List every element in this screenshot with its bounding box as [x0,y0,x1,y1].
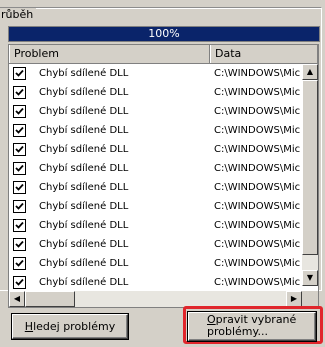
table-row[interactable]: Chybí sdílené DLL C:\WINDOWS\Mic [9,64,311,83]
checkmark-icon [15,202,24,210]
cell-problem: Chybí sdílené DLL [39,125,129,136]
row-checkbox[interactable] [13,219,26,232]
find-problems-button[interactable]: Hledej problémy [12,314,128,339]
problem-list[interactable]: Problem Data Chybí sdílené DLL C:\WINDOWS… [8,44,319,308]
cell-problem: Chybí sdílené DLL [39,239,129,250]
row-checkbox[interactable] [13,105,26,118]
cell-data: C:\WINDOWS\Mic [214,125,301,136]
table-row[interactable]: Chybí sdílené DLL C:\WINDOWS\Mic [9,254,311,273]
cell-problem: Chybí sdílené DLL [39,258,129,269]
table-row[interactable]: Chybí sdílené DLL C:\WINDOWS\Mic [9,83,311,102]
row-checkbox[interactable] [13,67,26,80]
progress-group-title: růběh [0,8,37,21]
scroll-down-arrow-icon[interactable]: ▼ [302,270,318,286]
cell-data: C:\WINDOWS\Mic [214,201,301,212]
cell-problem: Chybí sdílené DLL [39,201,129,212]
cell-data: C:\WINDOWS\Mic [214,239,301,250]
checkmark-icon [15,126,24,134]
row-checkbox[interactable] [13,181,26,194]
scan-window: růběh 100% Problem Data Chybí sdílené DL… [0,0,325,347]
fix-selected-problems-button[interactable]: Opravit vybrané problémy... [188,312,316,341]
cell-data: C:\WINDOWS\Mic [214,163,301,174]
checkmark-icon [15,183,24,191]
checkmark-icon [15,240,24,248]
find-button-accelerator: H [24,320,34,333]
vertical-scrollbar[interactable]: ▲ ▼ [302,64,318,286]
list-header: Problem Data [9,45,318,64]
cell-data: C:\WINDOWS\Mic [214,106,301,117]
checkmark-icon [15,88,24,96]
table-row[interactable]: Chybí sdílené DLL C:\WINDOWS\Mic [9,197,311,216]
table-row[interactable]: Chybí sdílené DLL C:\WINDOWS\Mic [9,140,311,159]
cell-problem: Chybí sdílené DLL [39,220,129,231]
row-checkbox[interactable] [13,86,26,99]
cell-data: C:\WINDOWS\Mic [214,68,301,79]
checkmark-icon [15,278,24,286]
horizontal-scrollbar[interactable]: ◀ ▶ [9,291,302,307]
table-row[interactable]: Chybí sdílené DLL C:\WINDOWS\Mic [9,121,311,140]
progress-percent-label: 100% [148,27,180,40]
checkmark-icon [15,107,24,115]
table-row[interactable]: Chybí sdílené DLL C:\WINDOWS\Mic [9,102,311,121]
cell-problem: Chybí sdílené DLL [39,106,129,117]
cell-problem: Chybí sdílené DLL [39,182,129,193]
table-row[interactable]: Chybí sdílené DLL C:\WINDOWS\Mic [9,178,311,197]
scroll-up-arrow-icon[interactable]: ▲ [302,64,318,80]
table-row[interactable]: Chybí sdílené DLL C:\WINDOWS\Mic [9,216,311,235]
table-row[interactable]: Chybí sdílené DLL C:\WINDOWS\Mic [9,273,311,292]
row-checkbox[interactable] [13,200,26,213]
table-row[interactable]: Chybí sdílené DLL C:\WINDOWS\Mic [9,159,311,178]
vertical-scroll-thumb[interactable] [302,80,318,255]
cell-data: C:\WINDOWS\Mic [214,277,301,288]
scrollbar-corner [302,291,318,307]
cell-data: C:\WINDOWS\Mic [214,144,301,155]
checkmark-icon [15,221,24,229]
row-checkbox[interactable] [13,162,26,175]
checkmark-icon [15,164,24,172]
cell-problem: Chybí sdílené DLL [39,87,129,98]
scroll-left-arrow-icon[interactable]: ◀ [9,291,25,307]
table-row[interactable]: Chybí sdílené DLL C:\WINDOWS\Mic [9,235,311,254]
list-rows: Chybí sdílené DLL C:\WINDOWS\Mic Chybí sdí… [9,64,311,292]
cell-data: C:\WINDOWS\Mic [214,220,301,231]
cell-problem: Chybí sdílené DLL [39,277,129,288]
row-checkbox[interactable] [13,124,26,137]
column-header-problem[interactable]: Problem [9,45,210,63]
row-checkbox[interactable] [13,276,26,289]
cell-data: C:\WINDOWS\Mic [214,87,301,98]
scroll-right-arrow-icon[interactable]: ▶ [286,291,302,307]
checkmark-icon [15,259,24,267]
cell-data: C:\WINDOWS\Mic [214,258,301,269]
horizontal-scroll-thumb[interactable] [25,291,75,307]
row-checkbox[interactable] [13,238,26,251]
progress-bar: 100% [8,26,320,42]
checkmark-icon [15,145,24,153]
checkmark-icon [15,69,24,77]
cell-problem: Chybí sdílené DLL [39,163,129,174]
cell-data: C:\WINDOWS\Mic [214,182,301,193]
find-button-label: ledej problémy [33,320,116,333]
cell-problem: Chybí sdílené DLL [39,68,129,79]
fix-button-label-line2: problémy... [207,325,268,338]
row-checkbox[interactable] [13,257,26,270]
row-checkbox[interactable] [13,143,26,156]
cell-problem: Chybí sdílené DLL [39,144,129,155]
column-header-data[interactable]: Data [210,45,318,63]
